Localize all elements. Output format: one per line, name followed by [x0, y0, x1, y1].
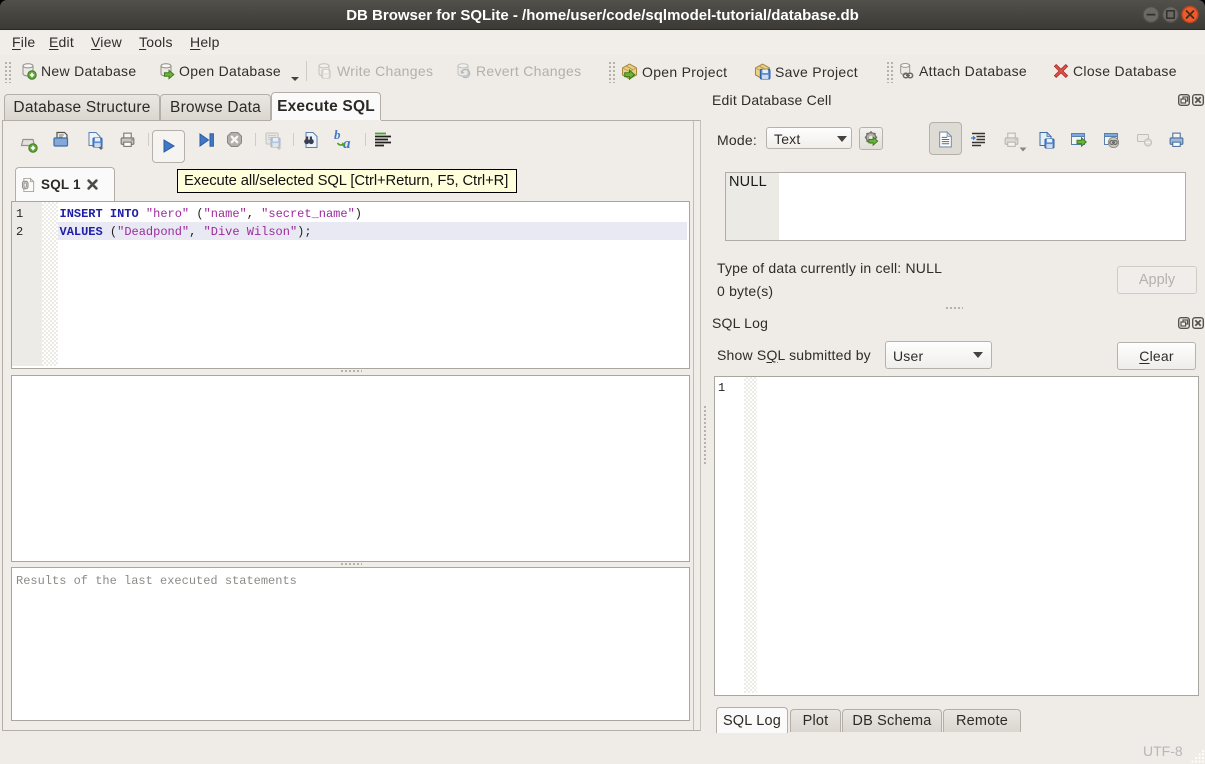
svg-text:a: a [343, 136, 351, 149]
svg-text:b: b [334, 129, 341, 142]
